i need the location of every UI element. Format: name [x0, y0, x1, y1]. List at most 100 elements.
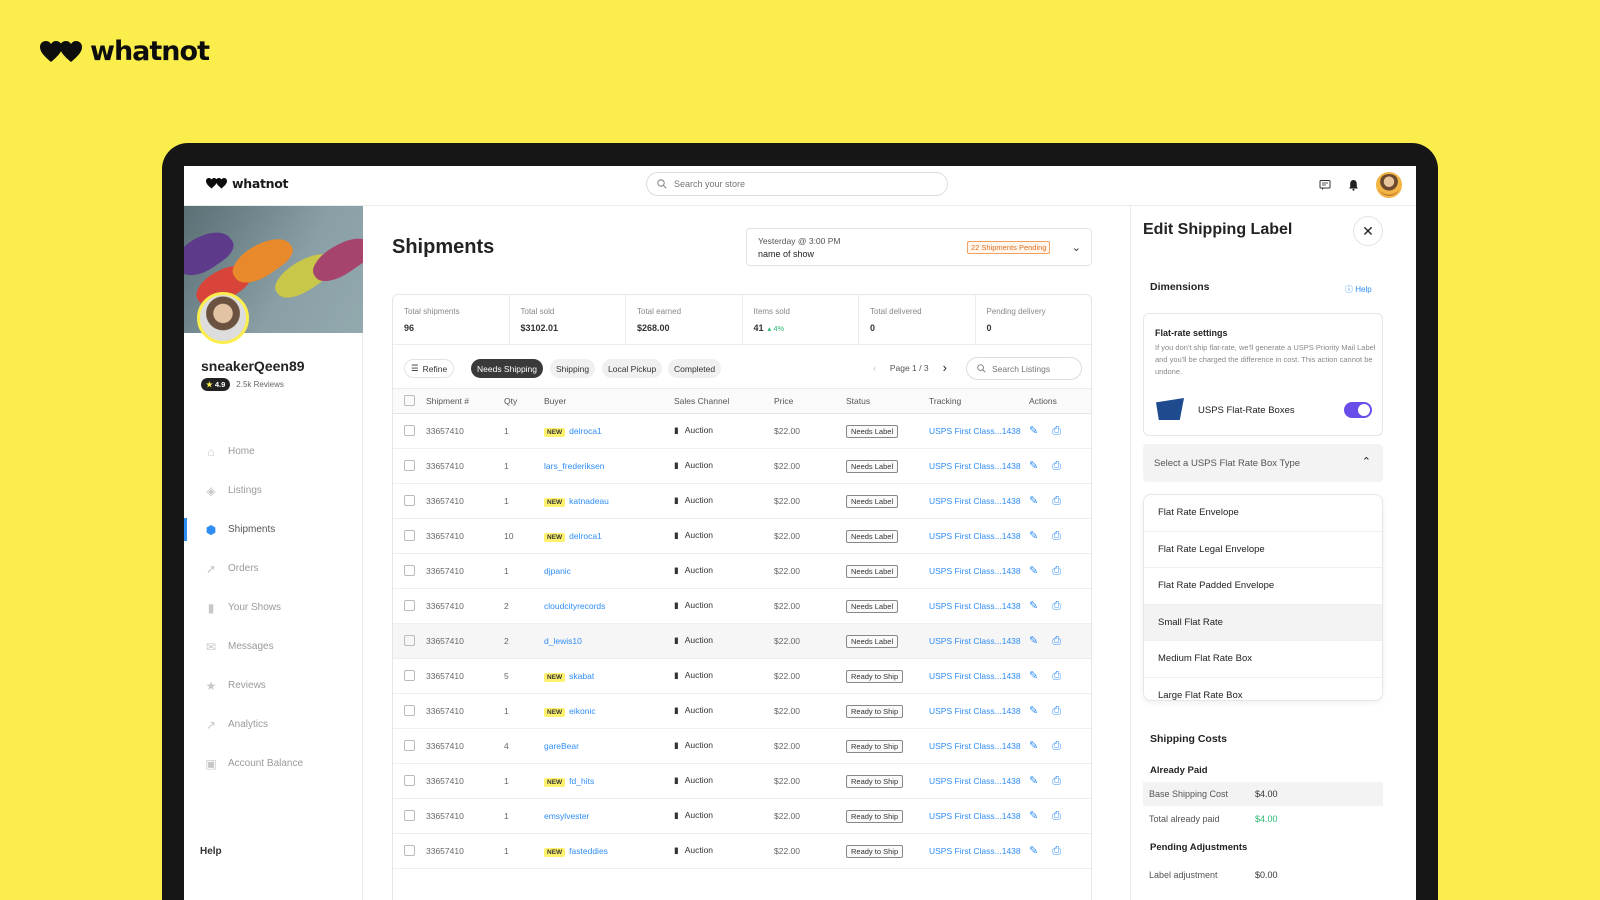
table-row[interactable]: 33657410 2 d_lewis10 ▮ Auction $22.00 Needs La…	[393, 623, 1091, 659]
table-row[interactable]: 33657410 1 NEW delroca1 ▮ Auction $22.00 Needs …	[393, 413, 1091, 449]
col-tracking[interactable]: Tracking	[929, 389, 1029, 414]
tracking[interactable]: USPS First Class...1438	[929, 623, 1029, 659]
store-search[interactable]	[646, 172, 948, 196]
listing-search-input[interactable]	[992, 363, 1072, 374]
row-checkbox[interactable]	[404, 565, 415, 577]
tracking[interactable]: USPS First Class...1438	[929, 413, 1029, 449]
table-row[interactable]: 33657410 1 NEW katnadeau ▮ Auction $22.00 Needs…	[393, 483, 1091, 519]
option-flat-rate-legal-envelope[interactable]: Flat Rate Legal Envelope	[1144, 532, 1382, 568]
col-qty[interactable]: Qty	[504, 389, 544, 414]
sidebar-item-analytics[interactable]: ↗ Analytics	[184, 705, 363, 744]
col-status[interactable]: Status	[846, 389, 929, 414]
tab-shipping[interactable]: Shipping	[550, 359, 596, 378]
row-checkbox[interactable]	[404, 460, 415, 472]
tracking[interactable]: USPS First Class...1438	[929, 448, 1029, 484]
tracking[interactable]: USPS First Class...1438	[929, 693, 1029, 729]
tracking[interactable]: USPS First Class...1438	[929, 798, 1029, 834]
row-checkbox[interactable]	[404, 425, 415, 437]
row-checkbox[interactable]	[404, 740, 415, 752]
sidebar-item-reviews[interactable]: ★ Reviews	[184, 666, 363, 705]
sidebar-item-messages[interactable]: ✉ Messages	[184, 627, 363, 666]
table-row[interactable]: 33657410 1 NEW fd_hits ▮ Auction $22.00 Ready t…	[393, 763, 1091, 799]
edit-icon[interactable]: ✎	[1029, 635, 1038, 647]
show-selector[interactable]: Yesterday @ 3:00 PM name of show 22 Ship…	[746, 228, 1092, 266]
col-sales-channel[interactable]: Sales Channel	[674, 389, 774, 414]
row-checkbox[interactable]	[404, 600, 415, 612]
buyer-link[interactable]: emsylvester	[544, 811, 589, 821]
tracking[interactable]: USPS First Class...1438	[929, 728, 1029, 764]
sidebar-item-your-shows[interactable]: ▮ Your Shows	[184, 588, 363, 627]
listing-search[interactable]	[966, 357, 1082, 380]
option-large-flat-rate-box[interactable]: Large Flat Rate Box	[1144, 678, 1382, 700]
print-icon[interactable]: ⎙	[1052, 495, 1061, 507]
buyer-link[interactable]: delroca1	[569, 426, 602, 436]
sidebar-item-listings[interactable]: ◈ Listings	[184, 471, 363, 510]
print-icon[interactable]: ⎙	[1052, 530, 1061, 542]
tracking[interactable]: USPS First Class...1438	[929, 588, 1029, 624]
option-flat-rate-envelope[interactable]: Flat Rate Envelope	[1144, 495, 1382, 532]
edit-icon[interactable]: ✎	[1029, 530, 1038, 542]
user-avatar[interactable]	[1376, 172, 1402, 198]
edit-icon[interactable]: ✎	[1029, 810, 1038, 822]
edit-icon[interactable]: ✎	[1029, 565, 1038, 577]
edit-icon[interactable]: ✎	[1029, 600, 1038, 612]
chevron-right-icon[interactable]: ›	[943, 360, 947, 375]
print-icon[interactable]: ⎙	[1052, 810, 1061, 822]
tab-completed[interactable]: Completed	[668, 359, 722, 378]
chevron-left-icon[interactable]: ‹	[873, 363, 876, 373]
sidebar-item-home[interactable]: ⌂ Home	[184, 432, 363, 471]
edit-icon[interactable]: ✎	[1029, 705, 1038, 717]
table-row[interactable]: 33657410 5 NEW skabat ▮ Auction $22.00 Ready to…	[393, 658, 1091, 694]
tracking[interactable]: USPS First Class...1438	[929, 553, 1029, 589]
col-shipment[interactable]: Shipment #	[426, 389, 504, 414]
chat-icon[interactable]	[1319, 179, 1331, 191]
option-flat-rate-padded-envelope[interactable]: Flat Rate Padded Envelope	[1144, 568, 1382, 605]
table-row[interactable]: 33657410 2 cloudcityrecords ▮ Auction $22.00 N…	[393, 588, 1091, 624]
row-checkbox[interactable]	[404, 775, 415, 787]
reviews-count[interactable]: 2.5k Reviews	[236, 380, 284, 389]
row-checkbox[interactable]	[404, 495, 415, 507]
refine-button[interactable]: ☰ Refine	[404, 359, 455, 378]
buyer-link[interactable]: d_lewis10	[544, 636, 582, 646]
table-row[interactable]: 33657410 1 lars_frederiksen ▮ Auction $22.00 N…	[393, 448, 1091, 484]
print-icon[interactable]: ⎙	[1052, 425, 1061, 437]
sidebar-item-account-balance[interactable]: ▣ Account Balance	[184, 744, 363, 783]
row-checkbox[interactable]	[404, 705, 415, 717]
buyer-link[interactable]: cloudcityrecords	[544, 601, 605, 611]
row-checkbox[interactable]	[404, 810, 415, 822]
table-row[interactable]: 33657410 1 djpanic ▮ Auction $22.00 Needs Labe…	[393, 553, 1091, 589]
print-icon[interactable]: ⎙	[1052, 460, 1061, 472]
edit-icon[interactable]: ✎	[1029, 845, 1038, 857]
print-icon[interactable]: ⎙	[1052, 565, 1061, 577]
profile-avatar[interactable]	[197, 292, 249, 344]
buyer-link[interactable]: katnadeau	[569, 496, 609, 506]
table-row[interactable]: 33657410 10 NEW delroca1 ▮ Auction $22.00 Needs…	[393, 518, 1091, 554]
print-icon[interactable]: ⎙	[1052, 635, 1061, 647]
edit-icon[interactable]: ✎	[1029, 460, 1038, 472]
print-icon[interactable]: ⎙	[1052, 670, 1061, 682]
option-small-flat-rate[interactable]: Small Flat Rate	[1144, 604, 1382, 641]
chevron-down-icon[interactable]: ⌄	[1072, 241, 1081, 254]
buyer-link[interactable]: skabat	[569, 671, 594, 681]
box-type-select[interactable]: Select a USPS Flat Rate Box Type ⌃	[1143, 444, 1383, 482]
col-price[interactable]: Price	[774, 389, 846, 414]
buyer-link[interactable]: delroca1	[569, 531, 602, 541]
print-icon[interactable]: ⎙	[1052, 845, 1061, 857]
close-button[interactable]: ✕	[1353, 216, 1383, 246]
col-buyer[interactable]: Buyer	[544, 389, 674, 414]
row-checkbox[interactable]	[404, 530, 415, 542]
edit-icon[interactable]: ✎	[1029, 670, 1038, 682]
tracking[interactable]: USPS First Class...1438	[929, 833, 1029, 869]
buyer-link[interactable]: fd_hits	[569, 776, 594, 786]
buyer-link[interactable]: lars_frederiksen	[544, 461, 604, 471]
table-row[interactable]: 33657410 1 emsylvester ▮ Auction $22.00 Ready …	[393, 798, 1091, 834]
row-checkbox[interactable]	[404, 670, 415, 682]
select-all-checkbox[interactable]	[404, 395, 415, 407]
buyer-link[interactable]: eikonic	[569, 706, 595, 716]
edit-icon[interactable]: ✎	[1029, 495, 1038, 507]
help-link[interactable]: ⓘ Help	[1345, 284, 1372, 295]
tracking[interactable]: USPS First Class...1438	[929, 763, 1029, 799]
buyer-link[interactable]: djpanic	[544, 566, 571, 576]
table-row[interactable]: 33657410 1 NEW fasteddies ▮ Auction $22.00 Read…	[393, 833, 1091, 869]
tab-needs-shipping[interactable]: Needs Shipping	[471, 359, 544, 378]
